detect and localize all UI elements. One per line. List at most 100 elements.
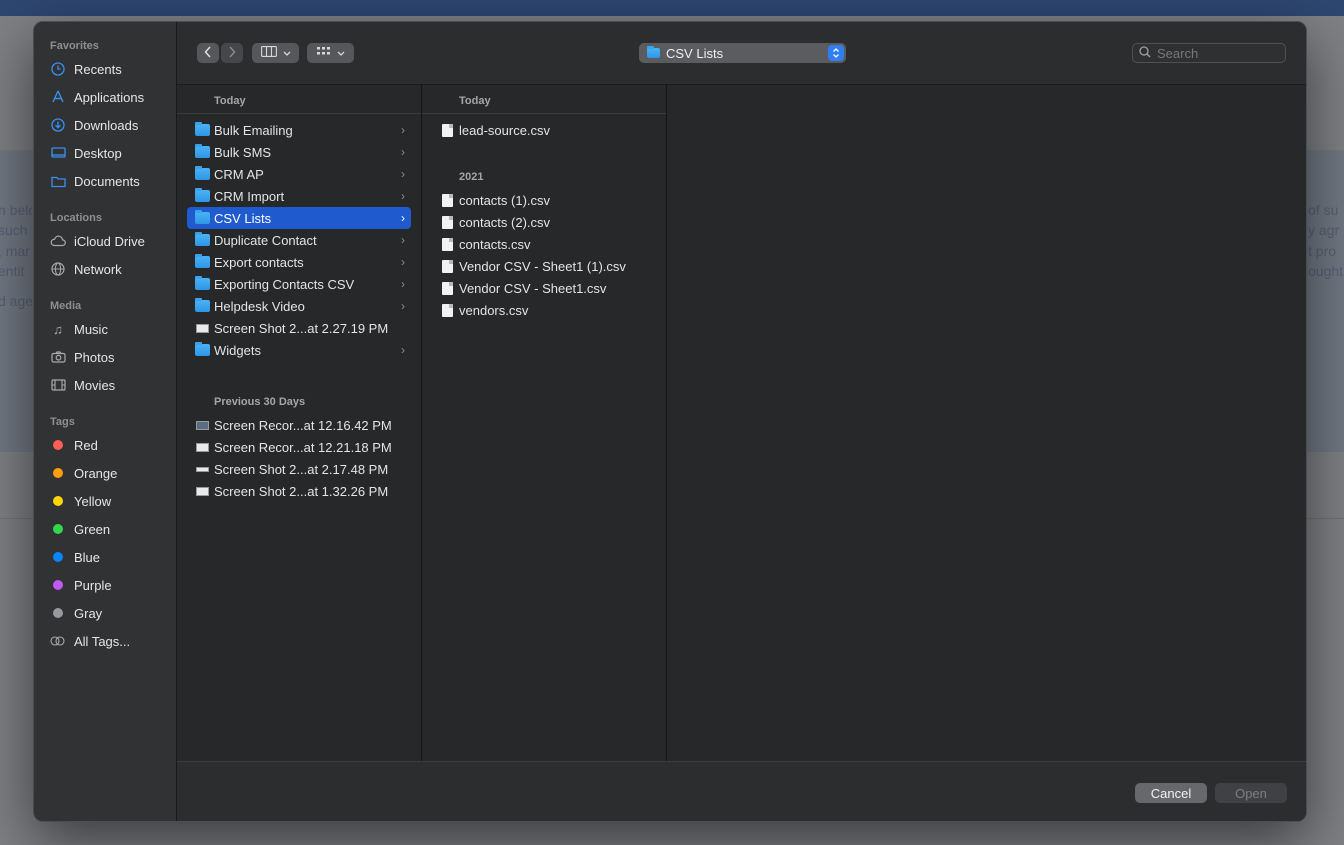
location-label: CSV Lists [666, 45, 724, 61]
list-item-selected[interactable]: CSV Lists › [187, 207, 411, 229]
sidebar-item-label: Purple [74, 577, 112, 593]
sidebar-item-label: Applications [74, 89, 145, 105]
chevron-right-icon [228, 45, 236, 61]
chevron-down-icon [337, 46, 345, 60]
sidebar-item-label: Recents [74, 61, 122, 77]
video-file-icon [194, 418, 210, 432]
sidebar-item-desktop[interactable]: Desktop [50, 142, 172, 164]
folder-icon [194, 232, 210, 247]
sidebar-item-recents[interactable]: Recents [50, 58, 172, 80]
open-button[interactable]: Open [1215, 783, 1287, 803]
sidebar: Favorites Recents Applications Downloads… [34, 22, 177, 821]
folder-icon [194, 342, 210, 357]
list-item[interactable]: Helpdesk Video › [187, 295, 411, 317]
item-label: Vendor CSV - Sheet1 (1).csv [459, 258, 626, 274]
folder-icon [194, 254, 210, 269]
chevron-right-icon: › [401, 277, 405, 291]
tag-dot-icon [50, 493, 66, 509]
list-item[interactable]: lead-source.csv [432, 119, 656, 141]
item-label: Screen Shot 2...at 2.17.48 PM [214, 461, 389, 477]
list-item[interactable]: vendors.csv [432, 299, 656, 321]
sidebar-item-music[interactable]: ♫ Music [50, 318, 172, 340]
folder-icon [194, 144, 210, 159]
list-item[interactable]: Bulk Emailing › [187, 119, 411, 141]
list-item[interactable]: Screen Recor...at 12.21.18 PM [187, 436, 411, 458]
chevron-right-icon: › [401, 123, 405, 137]
background-top-bar [0, 0, 1344, 16]
sidebar-item-label: Yellow [74, 493, 112, 509]
list-item[interactable]: Screen Shot 2...at 2.17.48 PM [187, 458, 411, 480]
background-text: , mar [0, 243, 30, 259]
sidebar-item-network[interactable]: Network [50, 258, 172, 280]
list-item[interactable]: Duplicate Contact › [187, 229, 411, 251]
desktop-icon [50, 145, 66, 161]
chevron-right-icon: › [401, 343, 405, 357]
item-label: Export contacts [214, 254, 304, 270]
sidebar-item-photos[interactable]: Photos [50, 346, 172, 368]
video-file-icon [194, 440, 210, 454]
sidebar-tag-yellow[interactable]: Yellow [50, 490, 172, 512]
search-input[interactable] [1157, 45, 1277, 61]
sidebar-item-label: Gray [74, 605, 103, 621]
browser-column-2: Today lead-source.csv 2021 contacts (1).… [422, 85, 667, 761]
image-file-icon [194, 484, 210, 498]
list-item[interactable]: Screen Recor...at 12.16.42 PM [187, 414, 411, 436]
sidebar-tag-gray[interactable]: Gray [50, 602, 172, 624]
list-item[interactable]: contacts (2).csv [432, 211, 656, 233]
list-item[interactable]: Bulk SMS › [187, 141, 411, 163]
document-icon [439, 237, 455, 251]
sidebar-item-movies[interactable]: Movies [50, 374, 172, 396]
column-group-header: Today [422, 85, 666, 114]
browser-column-3-preview [667, 85, 1306, 761]
list-item[interactable]: contacts.csv [432, 233, 656, 255]
sidebar-item-label: Downloads [74, 117, 139, 133]
sidebar-item-applications[interactable]: Applications [50, 86, 172, 108]
sidebar-all-tags[interactable]: All Tags... [50, 630, 172, 652]
cloud-icon [50, 233, 66, 249]
search-field[interactable] [1132, 43, 1286, 63]
background-text: such [0, 222, 28, 238]
column-group-header: 2021 [459, 171, 484, 183]
sidebar-item-label: Music [74, 321, 108, 337]
sidebar-item-label: Photos [74, 349, 115, 365]
list-item[interactable]: CRM Import › [187, 185, 411, 207]
applications-icon [50, 89, 66, 105]
sidebar-tag-red[interactable]: Red [50, 434, 172, 456]
sidebar-tag-purple[interactable]: Purple [50, 574, 172, 596]
list-item[interactable]: Exporting Contacts CSV › [187, 273, 411, 295]
sidebar-item-documents[interactable]: Documents [50, 170, 172, 192]
list-item[interactable]: Widgets › [187, 339, 411, 361]
item-label: Widgets [214, 342, 261, 358]
sidebar-item-label: Orange [74, 465, 118, 481]
sidebar-tag-blue[interactable]: Blue [50, 546, 172, 568]
list-item[interactable]: Screen Shot 2...at 1.32.26 PM [187, 480, 411, 502]
sidebar-tag-green[interactable]: Green [50, 518, 172, 540]
list-item[interactable]: Screen Shot 2...at 2.27.19 PM [187, 317, 411, 339]
list-item[interactable]: contacts (1).csv [432, 189, 656, 211]
background-text: ought [1308, 263, 1344, 279]
location-popup[interactable]: CSV Lists [639, 43, 846, 63]
item-label: contacts (2).csv [459, 214, 551, 230]
back-button[interactable] [197, 43, 219, 63]
background-text: of su [1308, 202, 1339, 218]
list-item[interactable]: Export contacts › [187, 251, 411, 273]
downloads-icon [50, 117, 66, 133]
sidebar-item-downloads[interactable]: Downloads [50, 114, 172, 136]
item-label: Screen Shot 2...at 2.27.19 PM [214, 320, 389, 336]
list-item[interactable]: CRM AP › [187, 163, 411, 185]
sidebar-item-label: Blue [74, 549, 101, 565]
open-file-dialog: Favorites Recents Applications Downloads… [33, 21, 1307, 822]
cancel-button[interactable]: Cancel [1135, 783, 1207, 803]
chevron-down-icon [283, 46, 291, 60]
folder-icon [194, 276, 210, 291]
forward-button[interactable] [221, 43, 243, 63]
list-item[interactable]: Vendor CSV - Sheet1 (1).csv [432, 255, 656, 277]
group-by-button[interactable] [307, 43, 354, 63]
sidebar-tag-orange[interactable]: Orange [50, 462, 172, 484]
view-mode-button[interactable] [252, 43, 299, 63]
tag-dot-icon [50, 605, 66, 621]
list-item[interactable]: Vendor CSV - Sheet1.csv [432, 277, 656, 299]
sidebar-item-icloud-drive[interactable]: iCloud Drive [50, 230, 172, 252]
background-text: d age [0, 293, 32, 309]
document-icon [439, 215, 455, 229]
